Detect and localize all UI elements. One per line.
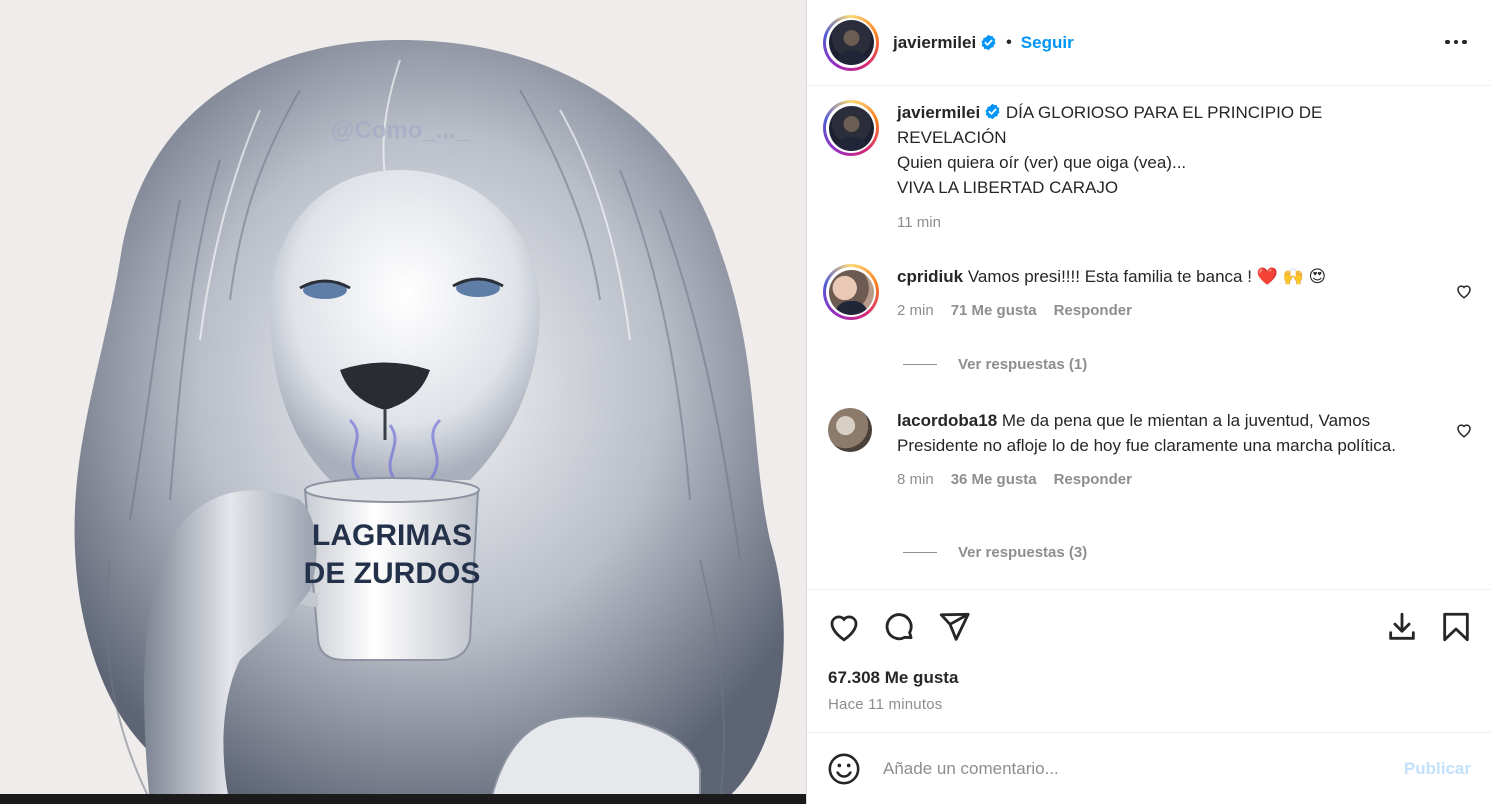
media-bottom-bar	[0, 794, 806, 804]
download-icon[interactable]	[1385, 610, 1419, 644]
verified-badge-icon	[985, 103, 1000, 120]
header-separator: •	[1006, 33, 1012, 51]
mug-text-line2: DE ZURDOS	[304, 557, 481, 590]
comment-avatar[interactable]	[828, 408, 872, 452]
comment-avatar[interactable]	[823, 264, 879, 320]
reply-button[interactable]: Responder	[1054, 298, 1132, 323]
post-side-panel: javiermilei • Seguir javiermilei DÍA GLO…	[806, 0, 1491, 804]
comment-time[interactable]: 8 min	[897, 467, 934, 492]
publish-button[interactable]: Publicar	[1404, 759, 1471, 779]
more-options-icon[interactable]	[1443, 32, 1469, 52]
comment-input[interactable]	[883, 758, 1363, 779]
follow-button[interactable]: Seguir	[1021, 33, 1074, 53]
post-actions: 67.308 Me gusta Hace 11 minutos	[807, 589, 1491, 732]
watermark-text: @Como_..._	[331, 117, 470, 144]
post-image[interactable]: LAGRIMAS DE ZURDOS @Como_..._	[0, 0, 806, 804]
like-comment-icon[interactable]	[1455, 282, 1473, 300]
comment-likes[interactable]: 71 Me gusta	[951, 298, 1037, 323]
caption-line-1: DÍA GLORIOSO PARA EL PRINCIPIO DE	[1005, 103, 1323, 122]
heart-icon[interactable]	[827, 610, 861, 644]
comment-item: cpridiuk Vamos presi!!!! Esta familia te…	[823, 264, 1473, 323]
comment-username[interactable]: cpridiuk	[897, 267, 963, 286]
view-replies-button[interactable]: Ver respuestas (3)	[903, 544, 1087, 561]
caption-avatar[interactable]	[823, 100, 879, 156]
share-icon[interactable]	[937, 610, 971, 644]
comment-item: lacordoba18 Me da pena que le mientan a …	[823, 408, 1473, 492]
header-username[interactable]: javiermilei	[893, 33, 976, 53]
comment-text: Vamos presi!!!! Esta familia te banca !	[967, 267, 1257, 286]
add-comment-bar: Publicar	[807, 732, 1491, 804]
bookmark-icon[interactable]	[1439, 610, 1473, 644]
caption-username[interactable]: javiermilei	[897, 103, 980, 122]
author-avatar[interactable]	[823, 14, 879, 71]
likes-count[interactable]: 67.308 Me gusta	[828, 668, 958, 688]
comment-emojis: ❤️ 🙌 😍	[1256, 267, 1327, 286]
emoji-icon[interactable]	[827, 752, 861, 786]
caption-line-2: REVELACIÓN	[897, 128, 1007, 147]
view-replies-label: Ver respuestas (3)	[958, 544, 1088, 561]
mug-text-line1: LAGRIMAS	[312, 519, 472, 552]
lion-illustration: LAGRIMAS DE ZURDOS @Como_..._	[0, 0, 806, 804]
comment-username[interactable]: lacordoba18	[897, 411, 997, 430]
caption-line-3: Quien quiera oír (ver) que oiga (vea)...	[897, 153, 1187, 172]
reply-button[interactable]: Responder	[1054, 467, 1132, 492]
caption-timestamp[interactable]: 11 min	[897, 210, 1367, 235]
post-time-ago: Hace 11 minutos	[828, 696, 943, 713]
post-header: javiermilei • Seguir	[807, 0, 1491, 86]
comment-likes[interactable]: 36 Me gusta	[951, 467, 1037, 492]
like-comment-icon[interactable]	[1455, 421, 1473, 439]
post-caption: javiermilei DÍA GLORIOSO PARA EL PRINCIP…	[823, 100, 1473, 235]
caption-line-4: VIVA LA LIBERTAD CARAJO	[897, 178, 1119, 197]
comment-icon[interactable]	[882, 610, 916, 644]
view-replies-button[interactable]: Ver respuestas (1)	[903, 356, 1087, 373]
verified-badge-icon	[981, 34, 996, 51]
view-replies-label: Ver respuestas (1)	[958, 356, 1088, 373]
comment-time[interactable]: 2 min	[897, 298, 934, 323]
